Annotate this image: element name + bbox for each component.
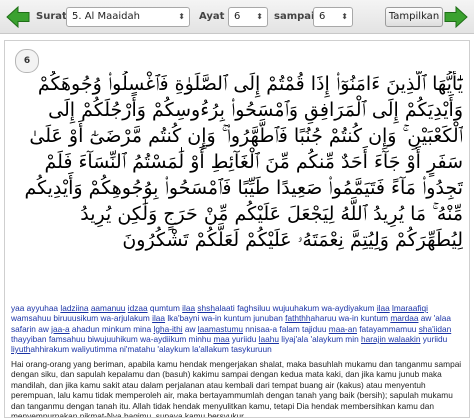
chevron-down-icon: ⬍ (256, 12, 263, 21)
toolbar: Surat 5. Al Maaidah ⬍ Ayat 6 ⬍ sampai 6 … (0, 0, 474, 34)
latin-text-segment: qumtum (147, 303, 183, 313)
surat-select-value: 5. Al Maaidah (72, 11, 140, 22)
ayat-label: Ayat (199, 11, 225, 22)
latin-text-segment: alaati faghsiluu wujuuhakum wa-aydiyakum (214, 303, 377, 313)
latin-underlined-word: jaa-a (51, 323, 70, 334)
latin-underlined-word: ladziina (60, 303, 89, 313)
latin-text-segment: aharuu wa-in kuntum (310, 313, 391, 324)
latin-underlined-word: liyuth (11, 344, 31, 355)
arabic-text: يَٰٓأَيُّهَا ٱلَّذِينَ ءَامَنُوٓا۟ إِذَا… (24, 73, 463, 251)
indonesian-translation: Hai orang-orang yang beriman, apabila ka… (11, 359, 462, 418)
latin-text-segment: ahhirakum waliyutimma ni'matahu 'alaykum… (30, 344, 272, 355)
latin-underlined-word: maa-an (328, 323, 357, 334)
latin-underlined-word: faththh (285, 313, 311, 324)
latin-text-segment: yuriidu (229, 333, 259, 344)
chevron-down-icon: ⬍ (341, 12, 348, 21)
latin-text-segment: wamsahuu biruuusikum wa-arjulakum (11, 313, 153, 324)
latin-underlined-word: aamanuu (90, 303, 126, 313)
latin-underlined-word: harajin walaakin (361, 333, 421, 344)
sampai-select-value: 6 (319, 11, 326, 22)
latin-underlined-word: ilaa (152, 313, 166, 324)
surat-select[interactable]: 5. Al Maaidah ⬍ (66, 7, 190, 27)
latin-text-segment: nnisaa-a falam tajiduu (243, 323, 329, 334)
latin-text-segment: fatayammamuu (356, 323, 419, 334)
latin-underlined-word: lgha-ithi (153, 323, 183, 334)
ayat-select[interactable]: 6 ⬍ (228, 7, 268, 27)
arrow-left-icon[interactable] (6, 6, 30, 28)
verse-panel: 6 يَٰٓأَيُّهَا ٱلَّذِينَ ءَامَنُوٓا۟ إِذ… (4, 40, 470, 418)
latin-transliteration: yaa ayyuhaa ladziina aamanuu idzaa qumtu… (11, 303, 465, 354)
latin-underlined-word: laamastumu (197, 323, 243, 334)
latin-underlined-word: maa (213, 333, 230, 344)
chevron-down-icon: ⬍ (178, 12, 185, 21)
verse-number-badge: 6 (15, 49, 39, 73)
sampai-label: sampai (274, 11, 315, 22)
latin-underlined-word: ilaa (376, 303, 390, 313)
tampilkan-button[interactable]: Tampilkan (385, 7, 443, 27)
latin-text-segment: aw (182, 323, 198, 334)
sampai-select[interactable]: 6 ⬍ (313, 7, 353, 27)
latin-underlined-word: ilaa (182, 303, 196, 313)
latin-text-segment: liyaj'ala 'alaykum min (278, 333, 361, 344)
ayat-select-value: 6 (234, 11, 241, 22)
surat-label: Surat (36, 11, 67, 22)
latin-underlined-word: laahu (258, 333, 279, 344)
latin-underlined-word: idzaa (127, 303, 148, 313)
latin-underlined-word: sha'iidan (418, 323, 452, 334)
latin-text-segment: yuriidu (420, 333, 448, 344)
latin-text-segment: yaa ayyuhaa (11, 303, 61, 313)
latin-text-segment: thayyiban famsahuu biwujuuhikum wa-aydii… (11, 333, 214, 344)
arrow-right-icon[interactable] (444, 6, 468, 28)
latin-underlined-word: mardaa (390, 313, 419, 324)
latin-underlined-word: lmaraafiqi (392, 303, 429, 313)
latin-text-segment: lka'bayni wa-in kuntum junuban (165, 313, 286, 324)
latin-underlined-word: shsh (197, 303, 215, 313)
latin-text-segment: ahadun minkum mina (69, 323, 154, 334)
